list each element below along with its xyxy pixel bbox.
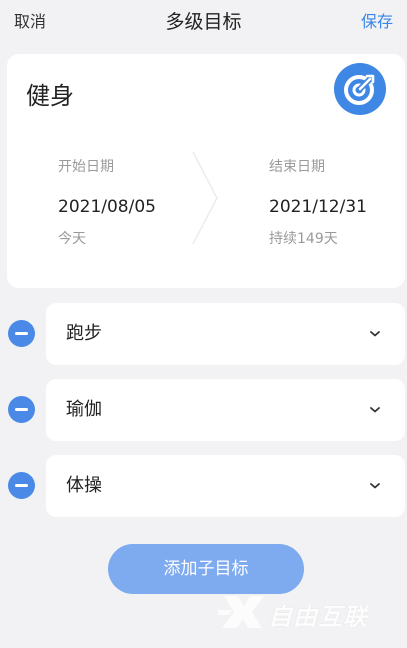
sub-goal-label: 体操 (66, 475, 102, 496)
sub-goal-label: 瑜伽 (66, 399, 102, 420)
remove-minus-icon[interactable] (8, 396, 35, 423)
target-dart-icon[interactable] (334, 63, 386, 115)
start-date-note: 今天 (58, 231, 86, 247)
remove-minus-icon[interactable] (8, 472, 35, 499)
add-sub-goal-button[interactable]: 添加子目标 (108, 544, 304, 594)
start-date-section[interactable]: 开始日期 2021/08/05 今天 (58, 158, 156, 248)
end-date-label: 结束日期 (269, 159, 325, 175)
sub-goal-row: 跑步 (0, 303, 407, 365)
end-date-value[interactable]: 2021/12/31 (269, 196, 367, 218)
sub-goal-item[interactable]: 跑步 (46, 303, 405, 365)
end-date-section[interactable]: 结束日期 2021/12/31 持续149天 (269, 158, 367, 248)
chevron-down-icon (370, 483, 380, 489)
watermark: 自由互联 (214, 588, 400, 634)
sub-goal-label: 跑步 (66, 323, 102, 344)
watermark-text: 自由互联 (268, 603, 368, 631)
header: 取消 多级目标 保存 (0, 0, 407, 46)
sub-goal-item[interactable]: 瑜伽 (46, 379, 405, 441)
chevron-down-icon (370, 407, 380, 413)
goal-card: 健身 开始日期 2021/08/05 今天 结束日期 2021/12/31 持续… (7, 54, 405, 288)
goal-title[interactable]: 健身 (26, 76, 74, 111)
watermark-logo-icon (218, 596, 264, 628)
remove-minus-icon[interactable] (8, 320, 35, 347)
sub-goal-item[interactable]: 体操 (46, 455, 405, 517)
page-title: 多级目标 (165, 11, 242, 33)
sub-goal-row: 瑜伽 (0, 379, 407, 441)
save-button[interactable]: 保存 (361, 10, 393, 34)
sub-goal-row: 体操 (0, 455, 407, 517)
start-date-label: 开始日期 (58, 159, 114, 175)
chevron-right-divider-icon (192, 151, 218, 245)
start-date-value[interactable]: 2021/08/05 (58, 196, 156, 218)
end-date-note: 持续149天 (269, 231, 338, 247)
chevron-down-icon (370, 331, 380, 337)
